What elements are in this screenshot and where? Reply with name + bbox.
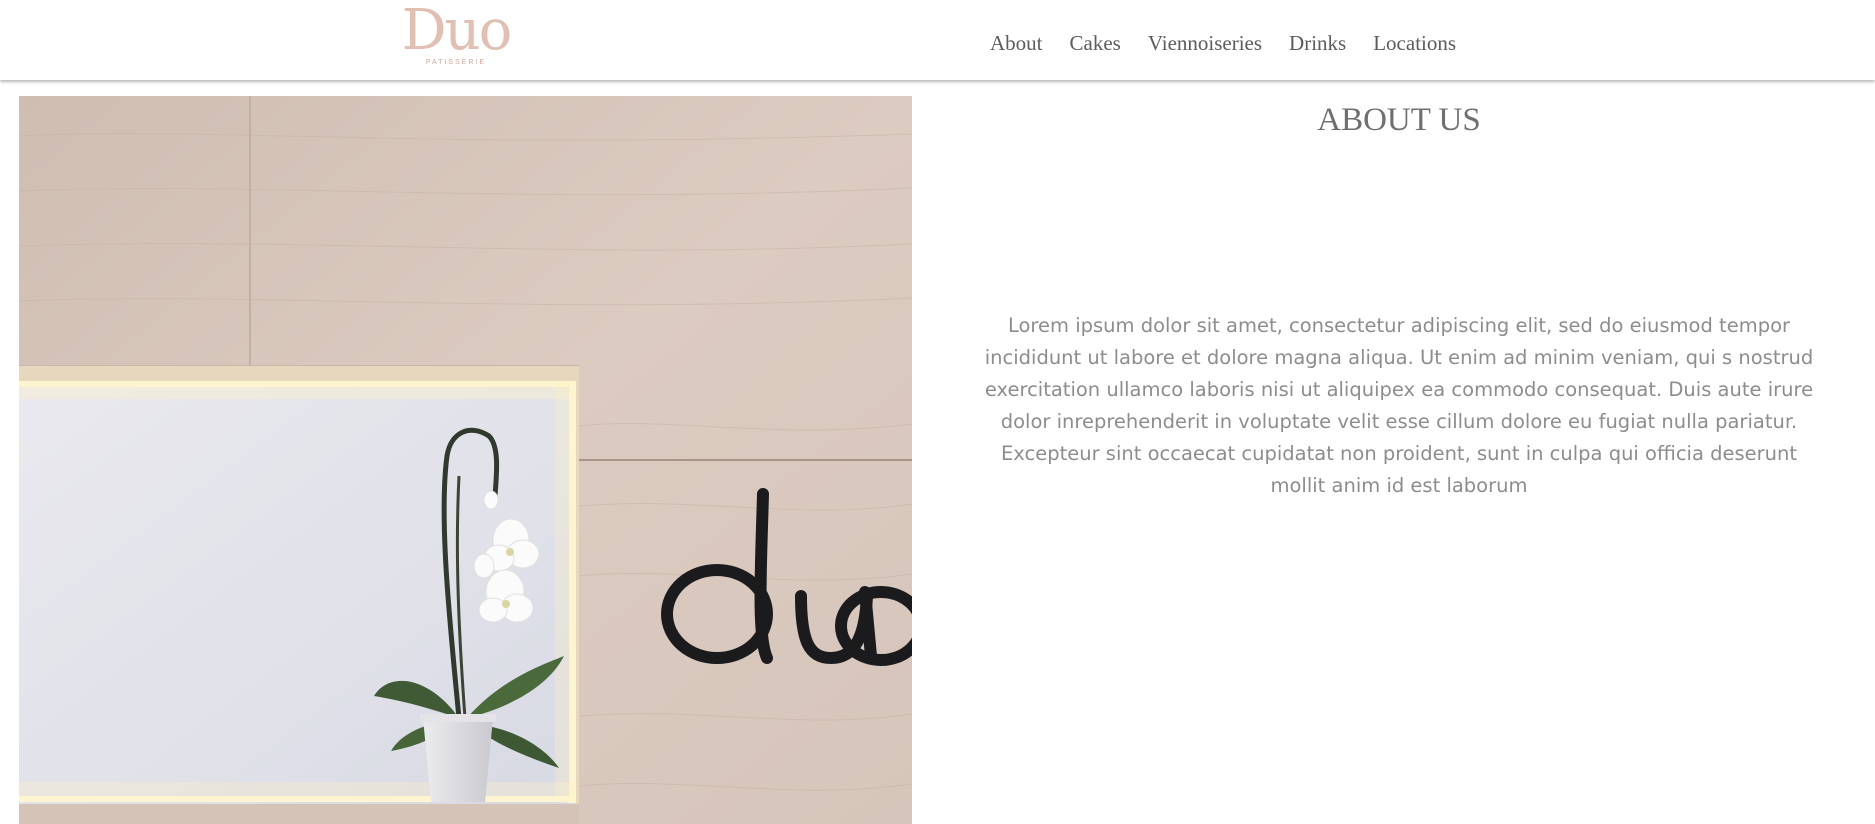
nav-about[interactable]: About (990, 31, 1043, 55)
logo-subtitle: PATISSERIE (425, 59, 487, 66)
logo-link[interactable]: Duo PATISSERIE (398, 0, 514, 70)
logo-wordmark: Duo (401, 0, 513, 63)
nav-cakes[interactable]: Cakes (1070, 31, 1121, 55)
main-nav: About Cakes Viennoiseries Drinks Locatio… (990, 31, 1456, 55)
site-header: Duo PATISSERIE About Cakes Viennoiseries… (0, 0, 1875, 80)
about-section: ABOUT US Lorem ipsum dolor sit amet, con… (980, 96, 1818, 502)
nav-drinks[interactable]: Drinks (1289, 31, 1346, 55)
hero-photo (19, 96, 912, 824)
about-title: ABOUT US (1317, 102, 1481, 138)
pot (423, 718, 493, 802)
storefront-illustration (19, 96, 912, 824)
about-body-text: Lorem ipsum dolor sit amet, consectetur … (984, 314, 1814, 497)
nav-viennoiseries[interactable]: Viennoiseries (1148, 31, 1262, 55)
nav-locations[interactable]: Locations (1373, 31, 1456, 55)
